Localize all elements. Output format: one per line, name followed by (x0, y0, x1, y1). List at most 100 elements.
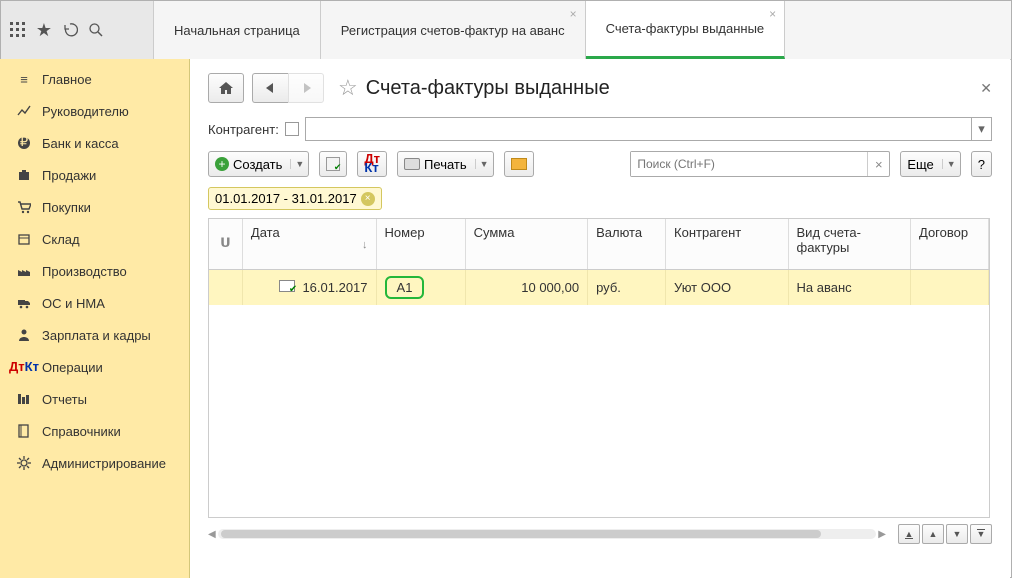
close-page-icon[interactable]: ✕ (980, 80, 992, 97)
clear-search-icon[interactable]: × (867, 152, 889, 176)
col-number[interactable]: Номер (376, 219, 465, 269)
sidebar-item-assets[interactable]: ОС и НМА (0, 287, 189, 319)
menu-icon: ≡ (16, 71, 32, 87)
plus-icon: + (215, 157, 229, 171)
sidebar-item-label: Операции (42, 360, 173, 375)
dropdown-icon[interactable]: ▼ (290, 159, 302, 169)
sidebar-item-operations[interactable]: ДтКт Операции (0, 351, 189, 383)
counterparty-label: Контрагент: (208, 122, 279, 137)
col-counterparty[interactable]: Контрагент (666, 219, 788, 269)
box-icon (16, 231, 32, 247)
toolbar: + Создать ▼ ДтКт Печать ▼ × Еще ▼ ? (208, 151, 992, 177)
print-button[interactable]: Печать ▼ (397, 151, 494, 177)
sidebar-item-label: Склад (42, 232, 173, 247)
sidebar-item-payroll[interactable]: Зарплата и кадры (0, 319, 189, 351)
cart-icon (16, 199, 32, 215)
page-down-button[interactable]: ▼ (946, 524, 968, 544)
home-button[interactable] (208, 73, 244, 103)
scrollbar-thumb[interactable] (221, 530, 821, 538)
sidebar-item-label: Руководителю (42, 104, 173, 119)
date-filter-chip[interactable]: 01.01.2017 - 31.01.2017 × (208, 187, 382, 210)
title-bar: ☆ Счета-фактуры выданные ✕ (208, 73, 992, 103)
tab-invoices-issued[interactable]: Счета-фактуры выданные × (586, 1, 786, 59)
sort-asc-icon: ↓ (362, 239, 368, 251)
col-sum[interactable]: Сумма (465, 219, 587, 269)
sidebar: ≡ Главное Руководителю ₽ Банк и касса Пр… (0, 59, 190, 578)
sidebar-item-admin[interactable]: Администрирование (0, 447, 189, 479)
mail-icon (511, 158, 527, 170)
history-icon[interactable] (61, 21, 79, 39)
sidebar-item-label: Банк и касса (42, 136, 173, 151)
page-up-button[interactable]: ▲ (922, 524, 944, 544)
close-icon[interactable]: × (769, 7, 776, 21)
scroll-right-icon[interactable]: ▶ (878, 529, 886, 540)
sidebar-item-label: Главное (42, 72, 173, 87)
close-icon[interactable]: × (570, 7, 577, 21)
svg-text:₽: ₽ (20, 136, 28, 149)
sidebar-item-bank[interactable]: ₽ Банк и касса (0, 127, 189, 159)
sidebar-item-label: Покупки (42, 200, 173, 215)
person-icon (16, 327, 32, 343)
col-invoice-type[interactable]: Вид счета-фактуры (788, 219, 910, 269)
help-button[interactable]: ? (971, 151, 992, 177)
sidebar-item-stock[interactable]: Склад (0, 223, 189, 255)
cell-sum: 10 000,00 (521, 280, 579, 295)
page-last-button[interactable]: ▼ (970, 524, 992, 544)
col-currency[interactable]: Валюта (588, 219, 666, 269)
counterparty-checkbox[interactable] (285, 122, 299, 136)
paperclip-icon: 𝗨 (217, 235, 234, 251)
button-label: Еще (907, 157, 933, 172)
dtkt-icon: ДтКт (16, 359, 32, 375)
sidebar-item-reports[interactable]: Отчеты (0, 383, 189, 415)
col-attachment[interactable]: 𝗨 (209, 219, 242, 269)
mail-button[interactable] (504, 151, 534, 177)
cell-number-highlight: А1 (385, 276, 425, 299)
truck-icon (16, 295, 32, 311)
dtkt-button[interactable]: ДтКт (357, 151, 387, 177)
sidebar-item-manager[interactable]: Руководителю (0, 95, 189, 127)
star-icon[interactable]: ★ (35, 21, 53, 39)
create-button[interactable]: + Создать ▼ (208, 151, 309, 177)
back-button[interactable] (252, 73, 288, 103)
sidebar-item-main[interactable]: ≡ Главное (0, 63, 189, 95)
sidebar-item-purchases[interactable]: Покупки (0, 191, 189, 223)
col-contract[interactable]: Договор (911, 219, 989, 269)
sidebar-item-production[interactable]: Производство (0, 255, 189, 287)
horizontal-scrollbar[interactable] (218, 529, 877, 539)
page-title: Счета-фактуры выданные (366, 77, 610, 100)
counterparty-filter-row: Контрагент: ▾ (208, 117, 992, 141)
counterparty-dropdown-icon[interactable]: ▾ (971, 118, 991, 140)
table-row[interactable]: 16.01.2017 А1 10 000,00 руб. Уют ООО На … (209, 269, 989, 305)
search-icon[interactable] (87, 21, 105, 39)
col-date[interactable]: Дата↓ (242, 219, 376, 269)
tab-avans-registration[interactable]: Регистрация счетов-фактур на аванс × (321, 1, 586, 59)
posted-doc-icon (279, 280, 295, 292)
gear-icon (16, 455, 32, 471)
sidebar-item-references[interactable]: Справочники (0, 415, 189, 447)
copy-doc-button[interactable] (319, 151, 347, 177)
search-input[interactable] (631, 152, 867, 176)
ruble-icon: ₽ (16, 135, 32, 151)
dropdown-icon[interactable]: ▼ (942, 159, 954, 169)
top-icon-bar: ★ (1, 1, 154, 59)
more-button[interactable]: Еще ▼ (900, 151, 960, 177)
grid-footer: ◀ ▶ ▲ ▲ ▼ ▼ (208, 524, 992, 544)
date-filter-text: 01.01.2017 - 31.01.2017 (215, 191, 357, 206)
button-label: Создать (233, 157, 282, 172)
page-first-button[interactable]: ▲ (898, 524, 920, 544)
tab-start-page[interactable]: Начальная страница (154, 1, 321, 59)
top-bar: ★ Начальная страница Регистрация счетов-… (1, 1, 1011, 60)
counterparty-input[interactable]: ▾ (305, 117, 992, 141)
remove-filter-icon[interactable]: × (361, 192, 375, 206)
book-icon (16, 423, 32, 439)
grid-header-row: 𝗨 Дата↓ Номер Сумма Валюта Контрагент Ви… (209, 219, 989, 269)
scroll-left-icon[interactable]: ◀ (208, 529, 216, 540)
favorite-star-icon[interactable]: ☆ (338, 75, 358, 101)
dtkt-icon: ДтКт (364, 155, 380, 173)
doc-icon (326, 157, 340, 171)
forward-button[interactable] (288, 73, 324, 103)
dropdown-icon[interactable]: ▼ (475, 159, 487, 169)
sidebar-item-sales[interactable]: Продажи (0, 159, 189, 191)
apps-icon[interactable] (9, 21, 27, 39)
sidebar-item-label: Продажи (42, 168, 173, 183)
